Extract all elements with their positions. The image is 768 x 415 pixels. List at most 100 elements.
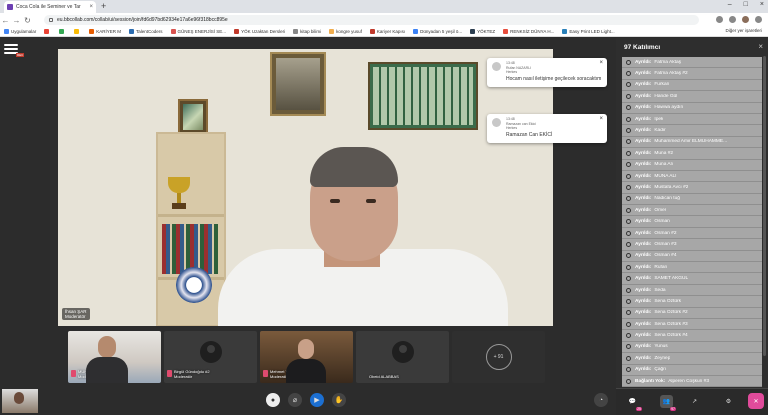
more-participants-tile[interactable]: + 91 <box>452 331 545 383</box>
chat-notification[interactable]: × 13:48 Ramazan can Ekici Herkes Ramazan… <box>487 114 607 143</box>
participant-row[interactable]: Ayrıldı: Seda <box>622 284 762 297</box>
close-icon[interactable]: × <box>599 116 603 122</box>
participant-row[interactable]: Ayrıldı: Osman #3 <box>622 239 762 251</box>
bookmark-item[interactable]: kitap bilimi <box>293 29 321 34</box>
close-window-icon[interactable]: × <box>760 1 764 8</box>
participant-row[interactable]: Ayrıldı: Sena Öztürk #4 <box>622 330 762 342</box>
bookmark-item[interactable]: KARİYER M <box>89 29 121 34</box>
bookmark-item[interactable]: YÖK Uzaktan Dersleri <box>234 29 285 34</box>
arch-decoration <box>178 99 208 135</box>
decorative-plate <box>176 267 212 303</box>
participant-status-icon <box>626 253 631 259</box>
camera-icon[interactable]: ▶ <box>310 393 324 407</box>
participant-tile[interactable]: Obeid ALABBAS <box>356 331 449 383</box>
participant-row[interactable]: Ayrıldı: Osman #4 <box>622 250 762 263</box>
participant-row[interactable]: Ayrıldı: Muna #2 <box>622 148 762 160</box>
new-tab-button[interactable]: + <box>101 1 106 11</box>
microphone-muted-icon[interactable]: ⌀ <box>288 393 302 407</box>
bookmark-item[interactable]: Kariyer Kapısı <box>369 29 405 34</box>
raise-hand-icon[interactable]: ✋ <box>332 393 346 407</box>
address-bar[interactable]: eu.bbcollab.com/collab/ui/session/join/f… <box>44 15 699 25</box>
participant-row[interactable]: Ayrıldı: Muna Ali <box>622 159 762 171</box>
chat-notification[interactable]: × 13:48 Rufan NAZARLI Herkes Hocam nasıl… <box>487 58 607 87</box>
participant-row[interactable]: Ayrıldı: Osman <box>622 216 762 228</box>
browser-tab[interactable]: Coca Cola ile Seminer ve Tar × <box>4 1 96 13</box>
participant-row[interactable]: Ayrıldı: SAMET AKGÜL <box>622 273 762 285</box>
participant-name: Osman <box>654 219 670 225</box>
bookmark-item[interactable] <box>44 29 51 34</box>
window-controls: – □ × <box>728 1 764 8</box>
speaker-role: Moderatör <box>65 314 86 319</box>
participant-name: Osman #2 <box>654 230 677 236</box>
chat-tab-icon[interactable]: 💬 25 <box>626 395 642 411</box>
participant-row[interactable]: Ayrıldı: Fatma Aktaş <box>622 57 762 69</box>
participant-row[interactable]: Ayrıldı: Mustafa Avcı #2 <box>622 182 762 194</box>
back-icon[interactable]: ← <box>0 16 11 25</box>
participant-row[interactable]: Ayrıldı: Hawwa aydın <box>622 102 762 114</box>
maximize-icon[interactable]: □ <box>744 1 748 8</box>
bookmark-item[interactable]: GÜNEŞ ENERJİSİ SE... <box>170 29 226 34</box>
participant-row[interactable]: Ayrıldı: Zeynep <box>622 353 762 365</box>
self-view-video[interactable] <box>2 389 38 413</box>
participant-row[interactable]: Ayrıldı: Osman #2 <box>622 227 762 240</box>
reload-icon[interactable]: ↻ <box>22 16 33 25</box>
participant-status-icon <box>626 355 631 361</box>
participant-row[interactable]: Ayrıldı: Sena Öztürk <box>622 296 762 308</box>
participant-row[interactable]: Ayrıldı: Rufan <box>622 262 762 274</box>
bookmark-item[interactable]: RENKSİZ DÜNYA H... <box>503 29 554 34</box>
scrollbar[interactable] <box>763 56 766 356</box>
participant-row[interactable]: Ayrıldı: Omer <box>622 205 762 217</box>
participant-row[interactable]: Ayrıldı: MUNA ALI <box>622 170 762 183</box>
speed-icon[interactable]: ◔ <box>594 393 608 407</box>
bookmark-item[interactable] <box>74 29 81 34</box>
tab-close-icon[interactable]: × <box>89 4 93 10</box>
participant-tile[interactable]: MUHAMMED ZENCİRCİ Moderatör <box>68 331 161 383</box>
share-content-icon[interactable]: ↗ <box>688 395 701 408</box>
bookmark-item[interactable]: Uygulamalar <box>4 29 36 34</box>
participant-row[interactable]: Ayrıldı: Sena Öztürk #3 <box>622 318 762 331</box>
participant-name: İpek <box>654 116 664 122</box>
participant-status: Ayrıldı: <box>635 93 652 99</box>
bookmark-item[interactable]: kongre yusuf <box>329 29 362 34</box>
minimize-icon[interactable]: – <box>728 1 732 8</box>
participant-row[interactable]: Ayrıldı: Yunus <box>622 341 762 354</box>
participant-row[interactable]: Ayrıldı: Kadir <box>622 125 762 137</box>
participant-name: Çağrı <box>654 367 667 373</box>
wall-frame <box>368 62 478 130</box>
participants-tab-icon[interactable]: 👥 97 <box>660 395 676 411</box>
forward-icon[interactable]: → <box>11 16 22 25</box>
participant-status: Ayrıldı: <box>635 287 652 293</box>
close-panel-icon[interactable]: × <box>758 42 763 51</box>
close-icon[interactable]: × <box>599 60 603 66</box>
bookmark-favicon-icon <box>170 29 176 34</box>
more-menu-icon[interactable] <box>755 16 762 23</box>
participant-row[interactable]: Ayrıldı: İpek <box>622 113 762 126</box>
participant-row[interactable]: Ayrıldı: Çağrı <box>622 364 762 376</box>
close-panel-button[interactable]: ✕ <box>748 393 764 409</box>
profile-avatar[interactable] <box>742 16 749 23</box>
other-bookmarks[interactable]: Diğer yer işaretleri <box>725 28 762 33</box>
bookmark-item[interactable]: Easy Print LED Light... <box>562 29 615 34</box>
avatar-status-icon[interactable]: ● <box>266 393 280 407</box>
participant-name: Sena Öztürk #3 <box>654 321 688 327</box>
collaborate-app: REC İhsan ŞAR Moderatör × 13:48 Rufan NA… <box>0 38 768 415</box>
participant-row[interactable]: Ayrıldı: Nadican tuğ <box>622 193 762 206</box>
participant-row[interactable]: Ayrıldı: Muhammed Amir ELMUHAMME... <box>622 136 762 149</box>
participant-row[interactable]: Ayrıldı: Hande Gül <box>622 91 762 103</box>
participant-row[interactable]: Bağlantı Yok: Alperen Coşkun #3 <box>622 375 762 388</box>
bookmark-item[interactable]: YÖKTEZ <box>470 29 495 34</box>
extension-icon[interactable] <box>716 16 723 23</box>
bookmark-item[interactable] <box>59 29 66 34</box>
participant-name: Kadir <box>654 128 666 134</box>
bookmark-item[interactable]: Dünyadan 5 yeşil ö... <box>413 29 462 34</box>
participant-status: Ayrıldı: <box>635 150 652 156</box>
participant-tile[interactable]: Birgül Gündoğdu #2 Moderatör <box>164 331 257 383</box>
settings-gear-icon[interactable]: ⚙ <box>722 395 735 408</box>
extensions-puzzle-icon[interactable] <box>729 16 736 23</box>
bookmark-item[interactable]: TalentCoders <box>129 29 163 34</box>
participant-name: Muhammed Amir ELMUHAMME... <box>654 139 728 145</box>
participant-row[interactable]: Ayrıldı: Sena Öztürk #2 <box>622 307 762 319</box>
participant-row[interactable]: Ayrıldı: Furkan <box>622 79 762 92</box>
participant-row[interactable]: Ayrıldı: Fatma Aktaş #2 <box>622 68 762 80</box>
participant-tile[interactable]: Mehmet YILMAZ Moderatör <box>260 331 353 383</box>
